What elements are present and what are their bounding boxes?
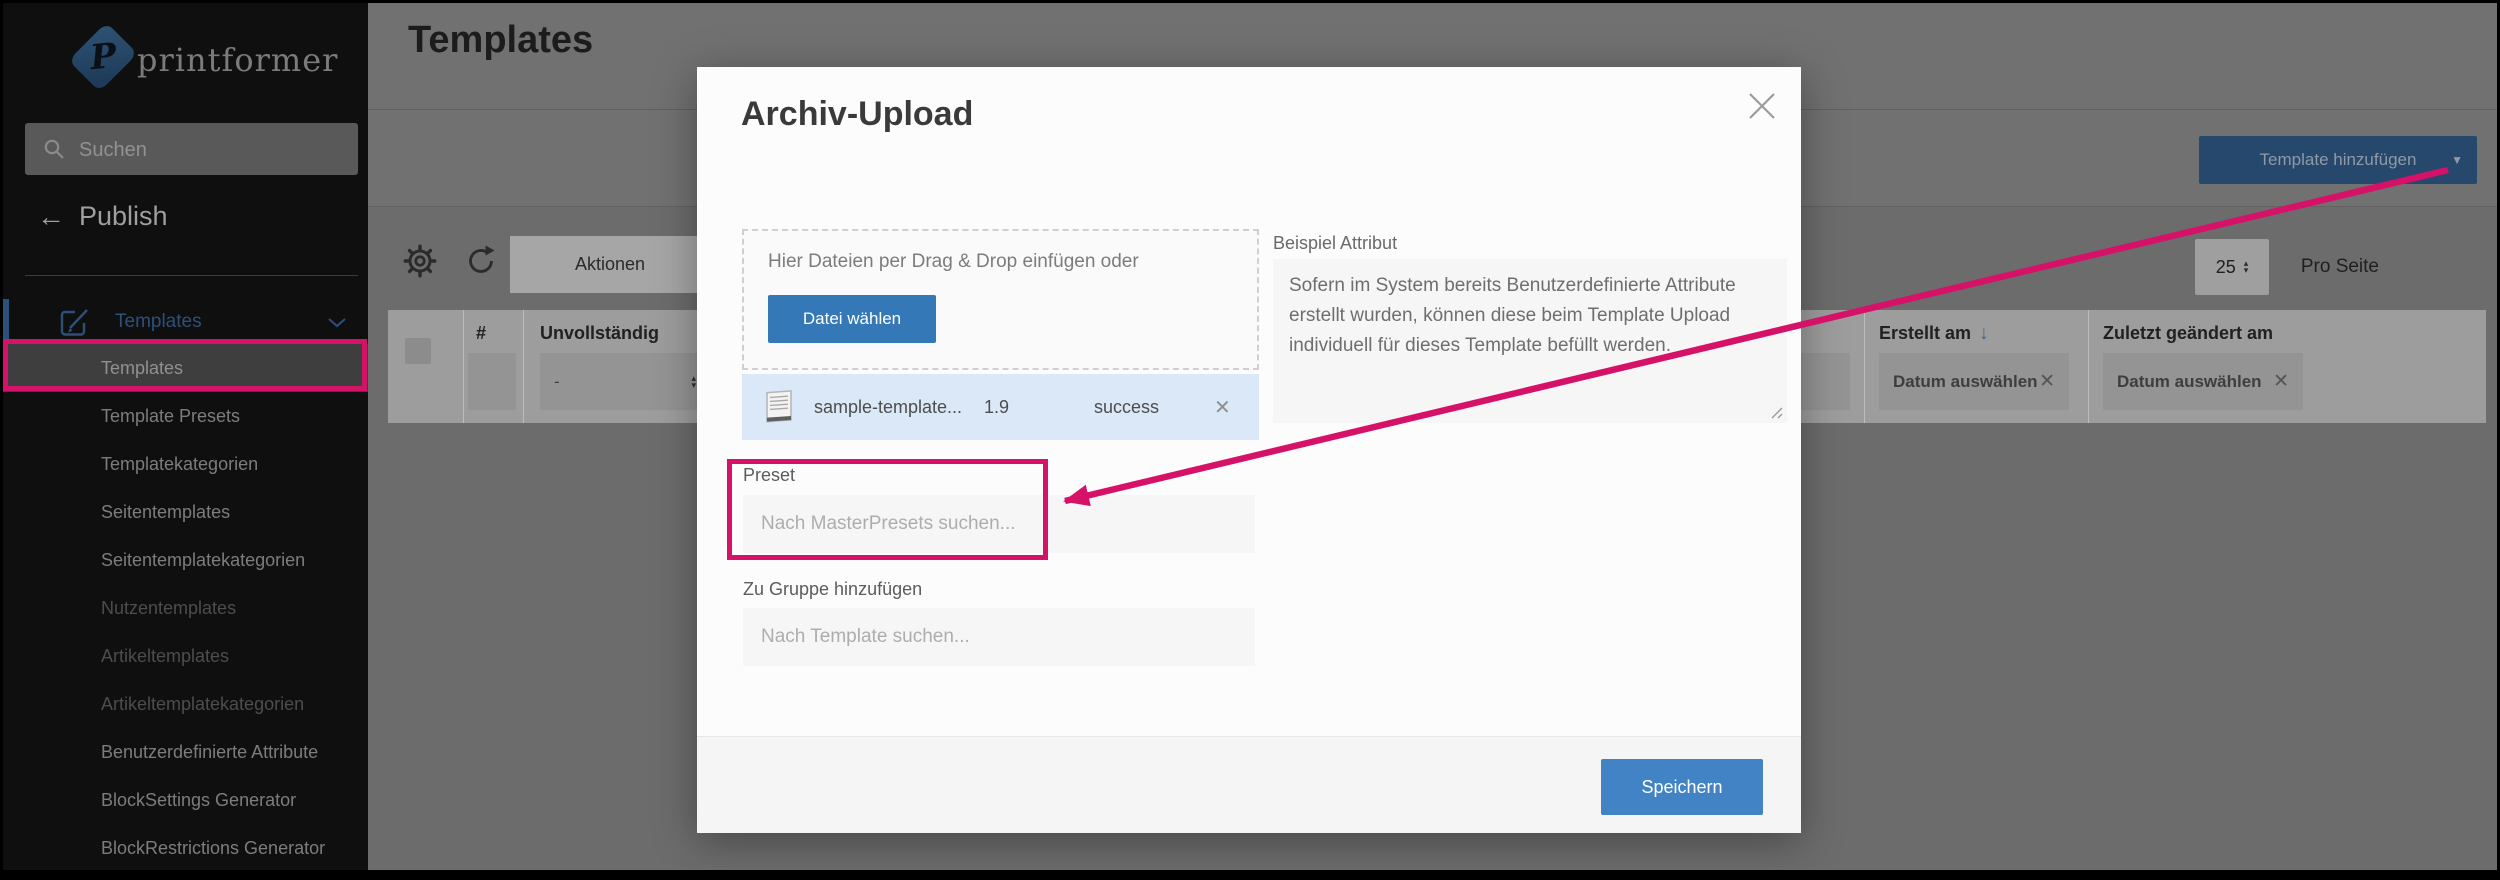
- select-all-checkbox[interactable]: [405, 338, 431, 364]
- sidebar-item-templatekategorien[interactable]: Templatekategorien: [3, 440, 368, 488]
- sidebar-item-nutzentemplates[interactable]: Nutzentemplates: [3, 584, 368, 632]
- section-label: Templates: [115, 299, 202, 345]
- uploaded-file-row: sample-template... 1.9 success ✕: [742, 374, 1259, 440]
- sidebar-item-blockrestrictions-generator[interactable]: BlockRestrictions Generator: [3, 824, 368, 870]
- modified-date-placeholder: Datum auswählen: [2117, 372, 2262, 392]
- page-title: Templates: [408, 19, 593, 62]
- preset-search-input[interactable]: [743, 495, 1255, 553]
- close-icon: [1750, 94, 1774, 118]
- modal-footer: Speichern: [697, 736, 1801, 833]
- group-label: Zu Gruppe hinzufügen: [743, 579, 922, 600]
- column-header-created: Erstellt am ↓: [1879, 323, 1989, 345]
- sidebar-item-seitentemplatekategorien[interactable]: Seitentemplatekategorien: [3, 536, 368, 584]
- sidebar-item-templates[interactable]: Templates: [3, 344, 368, 392]
- chevron-down-icon: [328, 318, 346, 328]
- created-label: Erstellt am: [1879, 323, 1971, 343]
- add-template-label: Template hinzufügen: [2260, 150, 2417, 170]
- incomplete-filter-select[interactable]: - ▴▾: [540, 353, 710, 410]
- sidebar-item-artikeltemplatekategorien[interactable]: Artikeltemplatekategorien: [3, 680, 368, 728]
- printformer-logo[interactable]: P printformer: [75, 27, 305, 93]
- logo-letter: P: [76, 30, 130, 84]
- sidebar: P printformer ← Publish Templates: [3, 3, 368, 870]
- column-separator: [523, 310, 524, 423]
- logo-diamond-icon: P: [68, 22, 137, 91]
- created-date-filter[interactable]: Datum auswählen ✕: [1879, 353, 2069, 410]
- attribute-label: Beispiel Attribut: [1273, 233, 1397, 254]
- column-header-modified: Zuletzt geändert am: [2103, 323, 2273, 344]
- search-icon: [43, 138, 65, 160]
- column-header-incomplete: Unvollständig: [540, 323, 659, 344]
- column-separator: [2088, 310, 2089, 423]
- per-page-value: 25: [2216, 257, 2236, 278]
- sidebar-item-artikeltemplates[interactable]: Artikeltemplates: [3, 632, 368, 680]
- incomplete-filter-value: -: [554, 372, 560, 392]
- search-input[interactable]: [77, 123, 341, 177]
- remove-file-icon[interactable]: ✕: [1214, 395, 1231, 420]
- add-template-button[interactable]: Template hinzufügen ▼: [2199, 136, 2477, 184]
- modal-close-button[interactable]: [1747, 91, 1777, 121]
- sidebar-submenu: Templates Template Presets Templatekateg…: [3, 344, 368, 870]
- attribute-textarea[interactable]: Sofern im System bereits Benutzerdefinie…: [1273, 259, 1787, 423]
- per-page-select[interactable]: 25 ▴▾: [2195, 239, 2269, 295]
- preset-label: Preset: [743, 465, 795, 486]
- per-page-label: Pro Seite: [2301, 239, 2379, 295]
- column-header-number: #: [476, 323, 486, 344]
- templates-edit-icon: [55, 303, 93, 341]
- column-separator: [1864, 310, 1865, 423]
- choose-file-button[interactable]: Datei wählen: [768, 295, 936, 343]
- logo-wordmark: printformer: [137, 27, 338, 93]
- clear-icon[interactable]: ✕: [2273, 370, 2289, 393]
- group-search-input[interactable]: [743, 608, 1255, 666]
- file-status: success: [1094, 397, 1214, 418]
- app-window: P printformer ← Publish Templates: [3, 3, 2497, 870]
- resize-handle-icon[interactable]: [1769, 405, 1783, 419]
- number-filter[interactable]: [468, 353, 516, 410]
- sidebar-item-blocksettings-generator[interactable]: BlockSettings Generator: [3, 776, 368, 824]
- caret-down-icon: ▼: [2451, 153, 2463, 167]
- modified-date-filter[interactable]: Datum auswählen ✕: [2103, 353, 2303, 410]
- archive-upload-modal: Archiv-Upload Hier Dateien per Drag & Dr…: [697, 67, 1801, 833]
- select-arrows-icon: ▴▾: [2244, 260, 2249, 274]
- clear-icon[interactable]: ✕: [2039, 370, 2055, 393]
- back-label: Publish: [79, 201, 168, 232]
- sidebar-search[interactable]: [25, 123, 358, 175]
- select-arrows-icon: ▴▾: [691, 375, 696, 389]
- refresh-icon[interactable]: [463, 243, 499, 279]
- save-button[interactable]: Speichern: [1601, 759, 1763, 815]
- back-to-publish-link[interactable]: ← Publish: [37, 201, 168, 232]
- column-separator: [463, 310, 464, 423]
- settings-gear-icon[interactable]: [401, 242, 439, 280]
- document-icon: [762, 387, 796, 427]
- modal-title: Archiv-Upload: [741, 95, 973, 134]
- file-version: 1.9: [984, 397, 1094, 418]
- sidebar-item-template-presets[interactable]: Template Presets: [3, 392, 368, 440]
- back-arrow-icon: ←: [37, 203, 65, 231]
- sidebar-item-seitentemplates[interactable]: Seitentemplates: [3, 488, 368, 536]
- sidebar-section-templates[interactable]: Templates: [3, 299, 368, 345]
- dropzone-text: Hier Dateien per Drag & Drop einfügen od…: [768, 251, 1139, 273]
- actions-dropdown-button[interactable]: Aktionen: [510, 236, 710, 293]
- created-date-placeholder: Datum auswählen: [1893, 372, 2038, 392]
- file-name: sample-template...: [814, 397, 984, 418]
- screenshot-frame: P printformer ← Publish Templates: [0, 0, 2500, 880]
- sidebar-item-benutzerdefinierte-attribute[interactable]: Benutzerdefinierte Attribute: [3, 728, 368, 776]
- sort-desc-icon[interactable]: ↓: [1979, 323, 1989, 344]
- sidebar-divider: [25, 275, 358, 276]
- file-dropzone[interactable]: Hier Dateien per Drag & Drop einfügen od…: [742, 229, 1259, 370]
